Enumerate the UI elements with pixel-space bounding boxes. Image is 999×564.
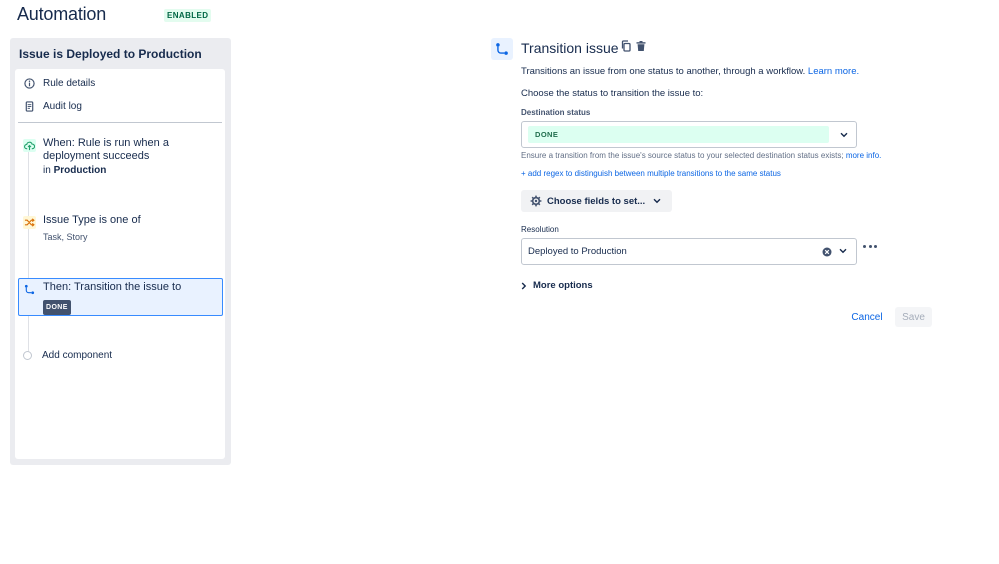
info-icon — [23, 77, 36, 90]
rule-card: Rule details Audit log When: Rule is run… — [15, 69, 225, 459]
transition-icon — [23, 283, 36, 296]
destination-help: Ensure a transition from the issue's sou… — [521, 151, 881, 160]
add-circle-icon — [23, 351, 32, 360]
resolution-value: Deployed to Production — [528, 246, 627, 257]
copy-icon — [620, 39, 632, 57]
enabled-badge: ENABLED — [164, 9, 212, 22]
resolution-label: Resolution — [521, 225, 559, 234]
cloud-upload-icon — [23, 139, 36, 152]
more-actions-button[interactable] — [863, 241, 877, 251]
component-sub: Task, Story — [43, 232, 88, 242]
more-options-toggle[interactable]: More options — [521, 280, 593, 291]
add-component-label: Add component — [42, 350, 113, 361]
component-condition[interactable]: Issue Type is one of Task, Story — [18, 211, 223, 251]
more-info-link[interactable]: more info. — [846, 151, 882, 160]
dot — [868, 244, 872, 248]
destination-status-label: Destination status — [521, 108, 591, 117]
component-editor: Transition issue Transitions an issue fr… — [491, 37, 951, 337]
gear-icon — [530, 195, 542, 207]
rule-title: Issue is Deployed to Production — [19, 47, 202, 61]
clear-icon[interactable] — [822, 247, 832, 257]
done-lozenge: DONE — [43, 300, 71, 315]
description-text: Transitions an issue from one status to … — [521, 66, 806, 77]
learn-more-link[interactable]: Learn more. — [808, 66, 859, 77]
chevron-down-icon — [653, 198, 661, 204]
component-title: Then: Transition the issue to — [43, 281, 182, 293]
add-regex-link[interactable]: + add regex to distinguish between multi… — [521, 169, 781, 178]
trash-icon — [635, 39, 647, 57]
component-title: When: Rule is run when a deployment succ… — [43, 137, 169, 162]
component-title: Issue Type is one of — [43, 214, 141, 226]
chevron-down-icon — [839, 248, 847, 254]
nav-label: Audit log — [43, 100, 82, 112]
save-button[interactable]: Save — [895, 307, 932, 327]
component-sub-prefix: in — [43, 165, 51, 176]
cancel-button[interactable]: Cancel — [848, 307, 886, 327]
resolution-select[interactable]: Deployed to Production — [521, 238, 857, 265]
editor-prompt: Choose the status to transition the issu… — [521, 88, 704, 99]
choose-fields-button[interactable]: Choose fields to set... — [521, 190, 672, 212]
app-title: Automation — [17, 4, 107, 24]
help-text: Ensure a transition from the issue's sou… — [521, 151, 844, 160]
nav-rule-details[interactable]: Rule details — [23, 74, 95, 92]
destination-status-select[interactable]: DONE — [521, 121, 857, 148]
nav-divider — [18, 122, 222, 123]
component-trigger[interactable]: When: Rule is run when a deployment succ… — [18, 134, 223, 182]
chevron-down-icon — [839, 130, 848, 139]
chevron-right-icon — [521, 282, 527, 290]
component-action[interactable]: Then: Transition the issue to DONE — [18, 278, 223, 316]
editor-title: Transition issue — [521, 40, 619, 56]
delete-button[interactable] — [634, 41, 648, 55]
component-sub-value: Production — [53, 165, 107, 176]
rule-panel: Issue is Deployed to Production Rule det… — [10, 38, 231, 465]
dot — [863, 244, 866, 248]
destination-status-value: DONE — [528, 126, 829, 143]
transition-icon — [491, 38, 513, 60]
choose-fields-label: Choose fields to set... — [547, 195, 646, 207]
nav-label: Rule details — [43, 77, 96, 89]
copy-button[interactable] — [619, 39, 633, 57]
more-options-label: More options — [533, 280, 593, 291]
nav-audit-log[interactable]: Audit log — [23, 97, 82, 115]
add-component-button[interactable]: Add component — [23, 350, 112, 361]
dot — [874, 244, 877, 248]
editor-description: Transitions an issue from one status to … — [521, 66, 859, 77]
shuffle-icon — [23, 216, 36, 229]
document-icon — [23, 100, 36, 113]
